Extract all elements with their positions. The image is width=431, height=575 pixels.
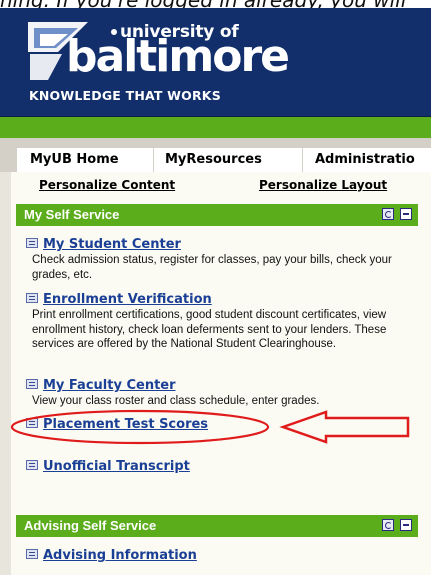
section-controls xyxy=(382,208,412,220)
my-faculty-center-link[interactable]: My Faculty Center xyxy=(43,377,414,394)
unofficial-transcript-link[interactable]: Unofficial Transcript xyxy=(43,458,414,475)
portal-content: Personalize Content Personalize Layout M… xyxy=(0,172,431,575)
advising-information-link[interactable]: Advising Information xyxy=(43,547,414,564)
tab-myresources[interactable]: MyResources xyxy=(154,148,302,172)
list-item: Advising Information xyxy=(26,547,414,564)
page-icon xyxy=(26,418,38,428)
tab-administration[interactable]: Administratio xyxy=(303,148,431,172)
list-item: Placement Test Scores xyxy=(26,416,414,433)
list-item: Unofficial Transcript xyxy=(26,458,414,475)
refresh-icon[interactable] xyxy=(382,519,394,531)
page-icon xyxy=(26,238,38,248)
grey-separator xyxy=(0,138,431,146)
page-icon xyxy=(26,460,38,470)
page-icon xyxy=(26,379,38,389)
section-controls xyxy=(382,519,412,531)
item-description: Check admission status, register for cla… xyxy=(32,254,392,281)
section-title: My Self Service xyxy=(24,207,120,222)
logo-tagline: KNOWLEDGE THAT WORKS xyxy=(29,88,221,103)
logo-name-text: baltimore xyxy=(66,31,290,82)
personalize-layout-link[interactable]: Personalize Layout xyxy=(259,178,387,192)
minimize-icon[interactable] xyxy=(400,208,412,220)
my-self-service-header: My Self Service xyxy=(16,204,418,226)
list-item: My Student Center Check admission status… xyxy=(26,236,414,282)
personalize-content-link[interactable]: Personalize Content xyxy=(39,178,175,192)
page-icon xyxy=(26,549,38,559)
site-banner: university of baltimore KNOWLEDGE THAT W… xyxy=(0,8,431,117)
list-item: My Faculty Center View your class roster… xyxy=(26,377,414,409)
my-student-center-link[interactable]: My Student Center xyxy=(43,236,414,253)
enrollment-verification-link[interactable]: Enrollment Verification xyxy=(43,291,414,308)
main-tab-bar: MyUB Home MyResources Administratio xyxy=(0,146,431,173)
item-description: View your class roster and class schedul… xyxy=(32,395,320,407)
minimize-icon[interactable] xyxy=(400,519,412,531)
advising-self-service-header: Advising Self Service xyxy=(16,515,418,537)
tab-myub-home[interactable]: MyUB Home xyxy=(17,148,153,172)
left-margin-strip xyxy=(0,172,11,575)
page-icon xyxy=(26,293,38,303)
placement-test-scores-link[interactable]: Placement Test Scores xyxy=(43,416,414,433)
green-nav-bar xyxy=(0,117,431,138)
refresh-icon[interactable] xyxy=(382,208,394,220)
section-title: Advising Self Service xyxy=(24,518,157,533)
list-item: Enrollment Verification Print enrollment… xyxy=(26,291,414,352)
item-description: Print enrollment certifications, good st… xyxy=(32,309,387,350)
